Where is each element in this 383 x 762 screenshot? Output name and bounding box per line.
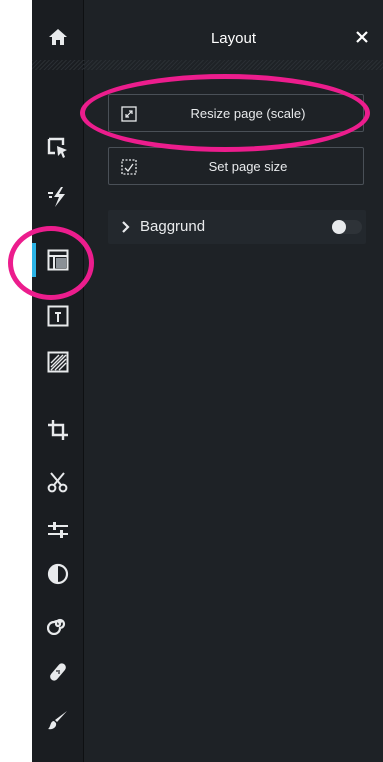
close-button[interactable]: [351, 26, 373, 48]
active-indicator: [32, 243, 36, 277]
close-icon: [356, 31, 368, 43]
sidebar-item-text-frame[interactable]: [32, 296, 84, 336]
sidebar-item-layout[interactable]: [32, 240, 84, 280]
page-size-icon: [121, 159, 137, 175]
cut-icon: [47, 472, 68, 493]
set-page-size-button[interactable]: Set page size: [108, 147, 364, 185]
section-label: Baggrund: [140, 218, 206, 235]
text-frame-icon: [47, 305, 69, 327]
select-icon: [47, 137, 67, 158]
sidebar-item-contrast[interactable]: [32, 554, 84, 594]
bandage-icon: [50, 663, 66, 681]
chevron-right-icon: [122, 221, 130, 233]
panel-header: Layout: [84, 0, 383, 60]
resize-page-label: Resize page (scale): [190, 105, 306, 121]
set-page-size-label: Set page size: [208, 158, 288, 174]
adjust-icon: [48, 522, 68, 538]
magic-icon: [48, 187, 65, 207]
brush-icon: [48, 711, 67, 730]
sidebar-item-crop[interactable]: [32, 410, 84, 450]
sidebar-item-cut[interactable]: [32, 462, 84, 502]
editor-app: Layout Resize page (scale) Set page size: [32, 0, 383, 762]
resize-page-button[interactable]: Resize page (scale): [108, 94, 364, 132]
sidebar-item-texture[interactable]: [32, 342, 84, 382]
layout-icon: [47, 249, 69, 271]
panel-title: Layout: [210, 30, 257, 47]
home-icon: [49, 29, 67, 45]
sidebar-divider: [32, 60, 84, 70]
sidebar-item-magic[interactable]: [32, 177, 84, 217]
contrast-icon: [47, 563, 69, 585]
spiral-icon: [47, 618, 66, 635]
sidebar-item-brush[interactable]: [32, 700, 84, 740]
baggrund-toggle[interactable]: [332, 220, 362, 234]
panel-divider: [84, 60, 383, 70]
texture-icon: [47, 351, 69, 373]
section-baggrund[interactable]: Baggrund: [108, 210, 366, 244]
crop-icon: [48, 420, 68, 440]
sidebar-item-select[interactable]: [32, 128, 84, 168]
toggle-knob: [332, 220, 346, 234]
sidebar-item-adjust[interactable]: [32, 510, 84, 550]
sidebar-item-spiral[interactable]: [32, 604, 84, 644]
tool-sidebar: [32, 0, 84, 762]
layout-panel: Layout Resize page (scale) Set page size: [84, 0, 383, 762]
resize-icon: [121, 106, 137, 122]
sidebar-item-bandage[interactable]: [32, 652, 84, 692]
